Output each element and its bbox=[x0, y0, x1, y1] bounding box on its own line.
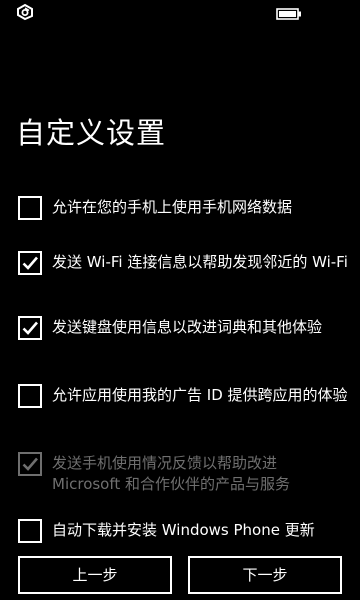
checkbox[interactable] bbox=[18, 519, 42, 543]
option-label: 允许应用使用我的广告 ID 提供跨应用的体验 bbox=[52, 386, 348, 404]
option-label: 发送键盘使用信息以改进词典和其他体验 bbox=[52, 318, 323, 336]
next-button[interactable]: 下一步 bbox=[188, 556, 342, 594]
option-label: 允许在您的手机上使用手机网络数据 bbox=[52, 198, 293, 216]
checkmark-icon bbox=[22, 321, 38, 335]
battery-icon bbox=[276, 8, 301, 20]
checkbox[interactable] bbox=[18, 384, 42, 408]
notification-glyph-icon bbox=[17, 3, 33, 21]
checkbox[interactable] bbox=[18, 316, 42, 340]
option-label: 发送手机使用情况反馈以帮助改进 Microsoft 和合作伙伴的产品与服务 bbox=[52, 454, 291, 493]
status-bar bbox=[0, 0, 360, 28]
back-button[interactable]: 上一步 bbox=[18, 556, 172, 594]
option-label: 发送 Wi-Fi 连接信息以帮助发现邻近的 Wi-Fi bbox=[52, 253, 348, 271]
checkbox bbox=[18, 452, 42, 476]
checkbox[interactable] bbox=[18, 251, 42, 275]
page-title: 自定义设置 bbox=[16, 116, 167, 150]
checkmark-icon bbox=[22, 256, 38, 270]
checkbox[interactable] bbox=[18, 196, 42, 220]
option-label: 自动下载并安装 Windows Phone 更新 bbox=[52, 521, 315, 539]
checkmark-icon bbox=[22, 457, 38, 471]
